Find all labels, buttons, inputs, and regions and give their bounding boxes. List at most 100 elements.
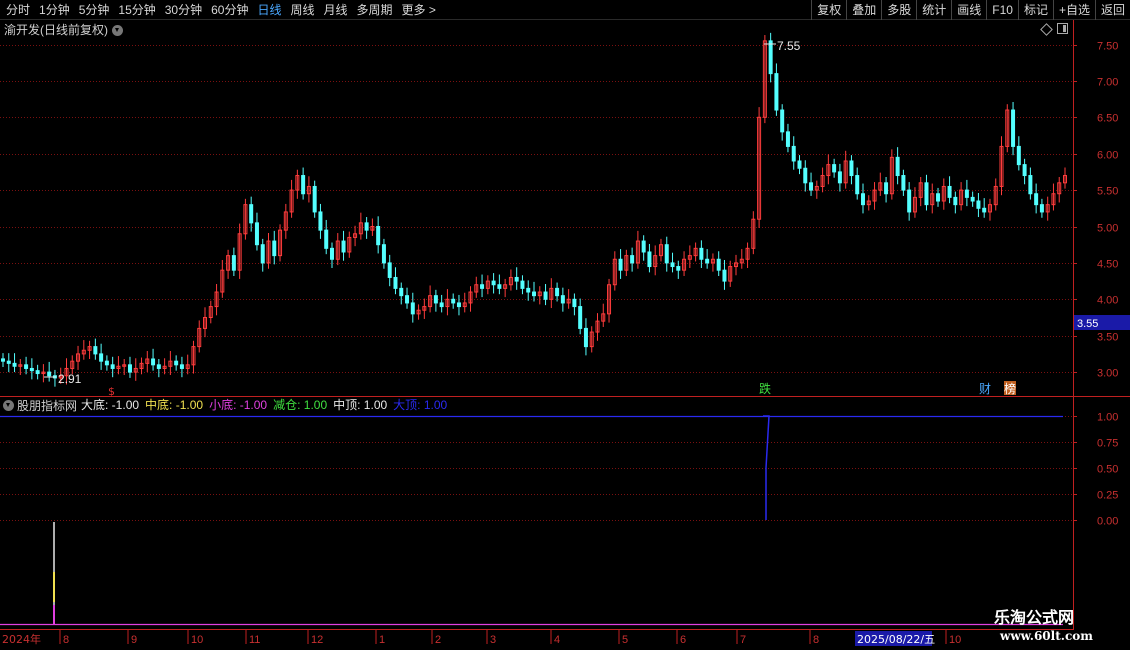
candle-body bbox=[387, 262, 392, 278]
candle-body bbox=[35, 370, 40, 375]
candle-body bbox=[12, 362, 17, 367]
candle-body bbox=[860, 193, 865, 206]
candle-body bbox=[393, 276, 398, 289]
candle-body bbox=[93, 346, 98, 355]
indicator-name: 股朋指标网 bbox=[17, 398, 78, 413]
candle-body bbox=[1016, 145, 1021, 166]
month-label: 1 bbox=[379, 634, 385, 646]
candle-body bbox=[254, 222, 259, 246]
candle-body bbox=[451, 298, 456, 304]
candle-body bbox=[560, 295, 565, 304]
candle-body bbox=[24, 364, 29, 369]
indicator-value: 大底: -1.00 bbox=[81, 398, 140, 412]
candle-body bbox=[151, 358, 156, 366]
candle-body bbox=[272, 240, 277, 257]
price-tick-label: 6.00 bbox=[1097, 150, 1118, 162]
candle-body bbox=[970, 196, 975, 202]
candle-body bbox=[774, 73, 779, 111]
month-label: 8 bbox=[63, 634, 69, 646]
month-label: 8 bbox=[813, 634, 819, 646]
candle-body bbox=[301, 175, 306, 195]
candle-body bbox=[855, 175, 860, 195]
watermark-url: www.60lt.com bbox=[1000, 629, 1093, 643]
price-tick-label: 3.50 bbox=[1097, 332, 1118, 344]
candle-body bbox=[837, 171, 842, 184]
candle-body bbox=[976, 200, 981, 209]
candle-body bbox=[901, 175, 906, 191]
candle-body bbox=[341, 240, 346, 253]
candle-body bbox=[497, 284, 502, 289]
candle-body bbox=[1, 358, 5, 362]
candle-body bbox=[647, 251, 652, 268]
candle-body bbox=[907, 189, 912, 213]
price-tick-label: 5.50 bbox=[1097, 186, 1118, 198]
candle-body bbox=[670, 262, 675, 268]
candle-body bbox=[174, 360, 179, 366]
month-label: 12 bbox=[311, 634, 323, 646]
candle-body bbox=[329, 247, 334, 260]
candle-body bbox=[381, 244, 386, 264]
month-label: 6 bbox=[680, 634, 686, 646]
candle-body bbox=[676, 266, 681, 271]
price-tick-label: 4.50 bbox=[1097, 259, 1118, 271]
candle-body bbox=[99, 353, 104, 362]
candle-body bbox=[520, 280, 525, 289]
candle-body bbox=[791, 145, 796, 162]
candle-body bbox=[780, 109, 785, 133]
candle-body bbox=[249, 204, 254, 224]
watermark-title: 乐淘公式网 bbox=[994, 608, 1075, 627]
candle-body bbox=[231, 255, 236, 271]
candle-body bbox=[543, 291, 548, 300]
candle-body bbox=[532, 291, 536, 297]
candle-body bbox=[924, 182, 929, 206]
watermark-logo: 乐淘公式网 www.60lt.com bbox=[994, 608, 1114, 644]
indicator-header: 股朋指标网 大底: -1.00 中底: -1.00 小底: -1.00 减仓: 1.0… bbox=[3, 396, 453, 414]
indicator-tick-label: 1.00 bbox=[1097, 412, 1118, 424]
candle-body bbox=[179, 364, 184, 369]
fall-marker: 跌 bbox=[759, 381, 771, 396]
month-label: 10 bbox=[949, 634, 961, 646]
candle-body bbox=[491, 280, 496, 286]
candle-body bbox=[6, 360, 11, 364]
candle-body bbox=[318, 211, 323, 231]
price-tick-label: 7.00 bbox=[1097, 77, 1118, 89]
candle-body bbox=[1028, 175, 1033, 195]
price-tick-label: 7.50 bbox=[1097, 41, 1118, 53]
candle-body bbox=[127, 364, 132, 373]
price-tick-label: 6.50 bbox=[1097, 113, 1118, 125]
indicator-tick-label: 0.25 bbox=[1097, 490, 1118, 502]
candle-body bbox=[324, 229, 329, 249]
month-label: 3 bbox=[490, 634, 496, 646]
indicator-values: 大底: -1.00 中底: -1.00 小底: -1.00 减仓: 1.00 中顶: 1… bbox=[81, 396, 453, 414]
candle-body bbox=[803, 167, 808, 184]
candle-body bbox=[433, 295, 438, 304]
candle-body bbox=[572, 298, 577, 308]
kline-chart[interactable]: 7.50 7.00 6.50 6.00 5.50 5.00 4.50 4.00 3.50 3.00… bbox=[0, 0, 1130, 650]
month-label: 5 bbox=[622, 634, 628, 646]
candle-body bbox=[260, 244, 265, 264]
candle-body bbox=[399, 287, 404, 297]
candle-body bbox=[514, 276, 519, 282]
month-label: 10 bbox=[191, 634, 203, 646]
candle-body bbox=[936, 193, 941, 202]
indicator-tick-label: 0.75 bbox=[1097, 438, 1118, 450]
month-label: 2 bbox=[435, 634, 441, 646]
candle-body bbox=[982, 207, 987, 213]
candle-body bbox=[312, 185, 317, 213]
candle-body bbox=[768, 40, 773, 75]
candle-body bbox=[1039, 204, 1044, 213]
candle-body bbox=[439, 302, 444, 308]
candle-body bbox=[630, 255, 635, 264]
indicator-value: 中底: -1.00 bbox=[145, 398, 204, 412]
candle-body bbox=[110, 364, 115, 369]
candle-body bbox=[364, 222, 369, 231]
indicator-dropdown-icon[interactable] bbox=[3, 399, 14, 411]
candle-body bbox=[964, 189, 969, 198]
candle-body bbox=[1022, 164, 1027, 177]
candle-body bbox=[884, 182, 889, 195]
candle-body bbox=[716, 258, 721, 271]
candle-body bbox=[699, 247, 704, 260]
year-label: 2024年 bbox=[2, 632, 41, 646]
candle-body bbox=[797, 160, 802, 169]
month-label: 9 bbox=[131, 634, 137, 646]
